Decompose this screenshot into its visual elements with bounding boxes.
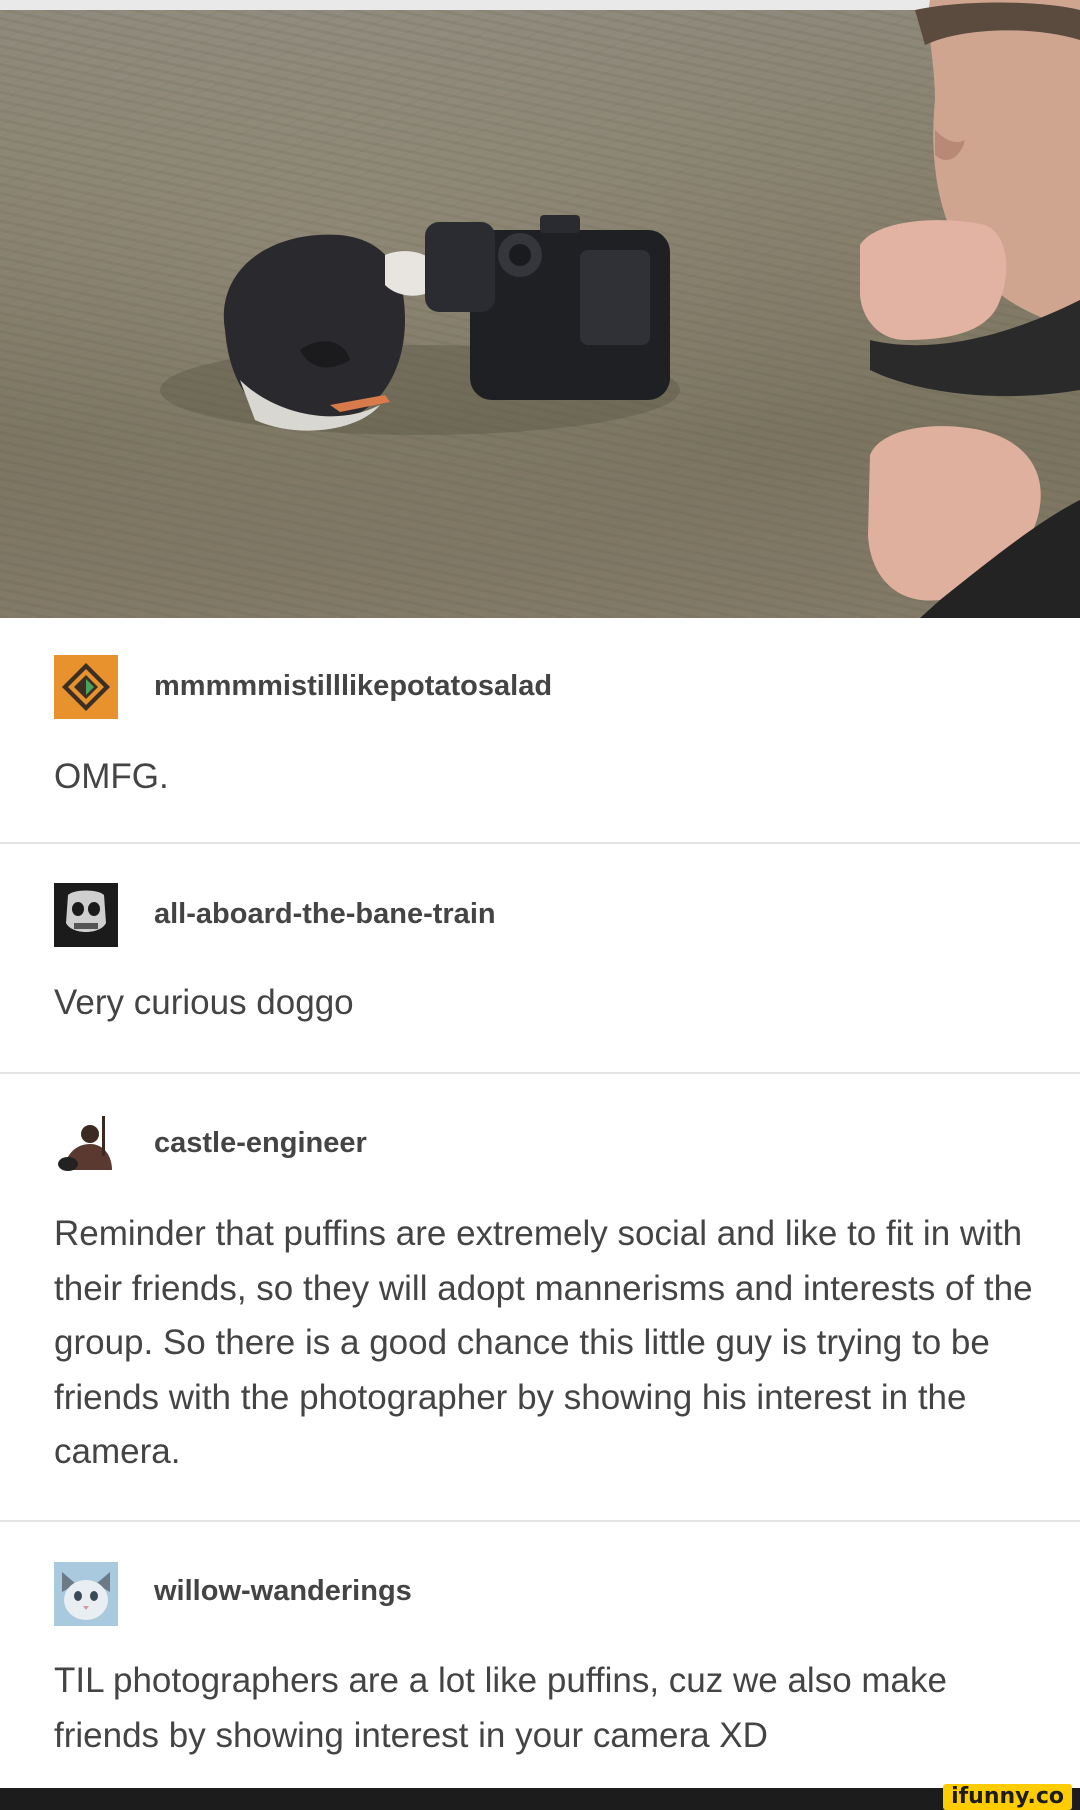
post-text: Reminder that puffins are extremely soci… bbox=[54, 1214, 1033, 1471]
avatar-willow-wanderings[interactable] bbox=[54, 1562, 118, 1626]
skull-mask-icon bbox=[54, 883, 118, 947]
username[interactable]: all-aboard-the-bane-train bbox=[154, 898, 496, 931]
post-divider bbox=[0, 1520, 1080, 1522]
username[interactable]: castle-engineer bbox=[154, 1127, 367, 1160]
avatar-castle-engineer[interactable] bbox=[54, 1112, 118, 1176]
post-divider bbox=[0, 842, 1080, 844]
photo-scene bbox=[160, 0, 1080, 618]
post-divider bbox=[0, 1072, 1080, 1074]
post-text: TIL photographers are a lot like puffins… bbox=[54, 1661, 947, 1755]
diamond-logo-icon bbox=[62, 663, 110, 711]
person-silhouette-icon bbox=[58, 1116, 112, 1171]
post-photo bbox=[0, 0, 1080, 618]
username[interactable]: willow-wanderings bbox=[154, 1575, 412, 1608]
post-text: OMFG. bbox=[54, 757, 169, 796]
cat-face-icon bbox=[54, 1562, 118, 1626]
man bbox=[860, 0, 1080, 618]
footer-bar bbox=[0, 1788, 1080, 1810]
post-text: Very curious doggo bbox=[54, 983, 354, 1022]
ifunny-watermark: ifunny.co bbox=[943, 1784, 1072, 1810]
avatar-mmmmmistilllikepotatosalad[interactable] bbox=[54, 655, 118, 719]
avatar-all-aboard-the-bane-train[interactable] bbox=[54, 883, 118, 947]
username[interactable]: mmmmmistilllikepotatosalad bbox=[154, 670, 552, 703]
